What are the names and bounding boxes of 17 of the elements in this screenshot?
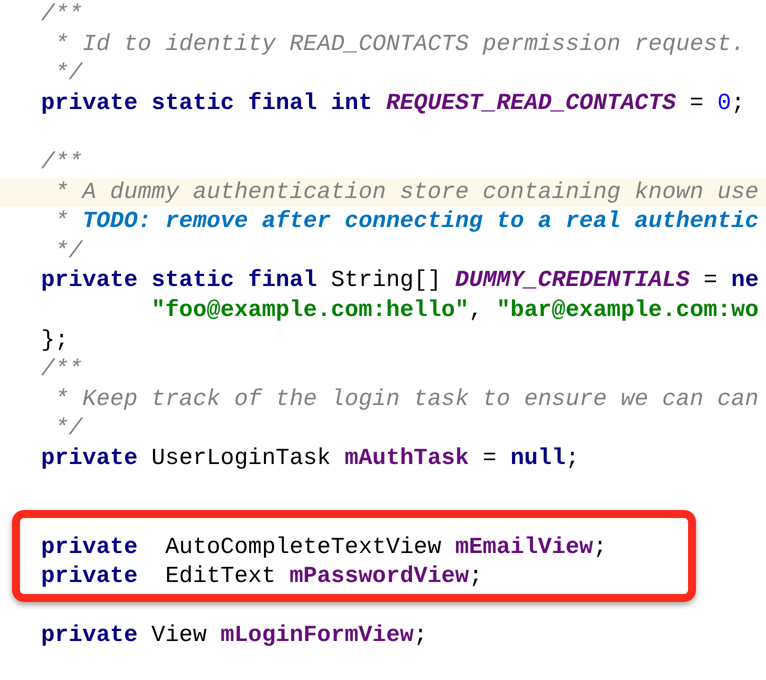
code-line: /** bbox=[40, 355, 84, 384]
code-line: */ bbox=[54, 236, 84, 266]
code-line: private static final int REQUEST_READ_CONTACTS = 0; bbox=[40, 88, 746, 118]
code-line: private View mLoginFormView; bbox=[40, 621, 428, 650]
code-line: * Keep track of the login task to ensure we can can bbox=[54, 384, 760, 414]
code-line: private static final String[] DUMMY_CREDENTIALS = ne bbox=[40, 266, 760, 296]
code-line: private AutoCompleteTextView mEmailView; bbox=[40, 532, 608, 562]
code-line: private EditText mPasswordView; bbox=[40, 562, 484, 592]
code-line: /** bbox=[40, 0, 84, 29]
code-line: /** bbox=[40, 148, 84, 177]
code-line: * Id to identity READ_CONTACTS permission request. bbox=[54, 30, 746, 59]
code-line: */ bbox=[54, 59, 84, 88]
code-line: * TODO: remove after connecting to a real authentic bbox=[54, 207, 760, 236]
code-line: }; bbox=[40, 326, 70, 355]
code-line: "foo@example.com:hello", "bar@example.com:wo bbox=[150, 296, 760, 325]
code-line: */ bbox=[54, 414, 84, 444]
code-line: private UserLoginTask mAuthTask = null; bbox=[40, 444, 580, 473]
